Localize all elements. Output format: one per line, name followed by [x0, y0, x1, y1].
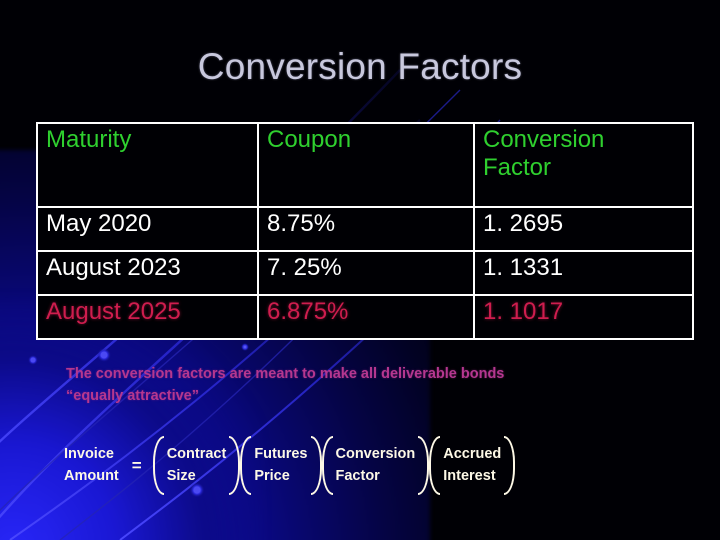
formula-group-futures-price: Futures Price	[240, 436, 322, 495]
formula-term-line1: Contract	[166, 446, 227, 462]
conversion-factors-table: Maturity Coupon Conversion Factor May 202…	[36, 122, 694, 340]
table-row: May 2020 8.75% 1. 2695	[36, 206, 694, 252]
header-coupon: Coupon	[257, 122, 475, 208]
cell-coupon: 8.75%	[257, 206, 475, 252]
explanatory-note: The conversion factors are meant to make…	[66, 363, 656, 407]
formula-term-line2: Interest	[443, 468, 496, 485]
cell-maturity: May 2020	[36, 206, 259, 252]
header-conversion-factor-line1: Conversion	[483, 126, 605, 153]
formula-term-conversion-factor: Conversion Factor	[333, 443, 419, 488]
note-line-1: The conversion factors are meant to make…	[66, 366, 505, 382]
formula-term-line1: Invoice	[64, 446, 114, 462]
formula-term-contract-size: Contract Size	[164, 443, 230, 488]
formula-term-line2: Factor	[335, 468, 380, 485]
formula-term-line2: Size	[166, 468, 196, 485]
cell-factor: 1. 2695	[473, 206, 694, 252]
formula-term-accrued-interest: Accrued Interest	[440, 443, 504, 488]
equals-sign: =	[131, 456, 142, 476]
formula-term-line2: Price	[254, 468, 290, 485]
formula-group-contract-size: Contract Size	[152, 436, 241, 495]
formula-term-line1: Accrued	[443, 446, 502, 462]
cell-coupon: 6.875%	[257, 294, 475, 340]
header-conversion-factor: Conversion Factor	[473, 122, 694, 208]
header-maturity: Maturity	[36, 122, 259, 208]
presentation-slide: Conversion Factors Maturity Coupon Conve…	[0, 0, 720, 540]
table-row-highlighted: August 2025 6.875% 1. 1017	[36, 294, 694, 340]
cell-factor: 1. 1331	[473, 250, 694, 296]
formula-term-line2: Amount	[64, 468, 119, 485]
table-header-row: Maturity Coupon Conversion Factor	[36, 122, 694, 208]
formula-term-line1: Futures	[254, 446, 308, 462]
formula-group-accrued-interest: Accrued Interest	[429, 436, 516, 495]
cell-coupon: 7. 25%	[257, 250, 475, 296]
table-row: August 2023 7. 25% 1. 1331	[36, 250, 694, 296]
cell-factor: 1. 1017	[473, 294, 694, 340]
invoice-amount-formula: Invoice Amount = Contract Size Futures P…	[64, 436, 516, 495]
cell-maturity: August 2023	[36, 250, 259, 296]
formula-group-conversion-factor: Conversion Factor	[321, 436, 430, 495]
header-conversion-factor-line2: Factor	[483, 153, 552, 181]
formula-term-invoice-amount: Invoice Amount	[64, 443, 119, 488]
formula-term-futures-price: Futures Price	[251, 443, 310, 488]
note-line-2: “equally attractive”	[66, 388, 199, 405]
formula-term-line1: Conversion	[335, 446, 416, 462]
page-title: Conversion Factors	[197, 46, 523, 87]
cell-maturity: August 2025	[36, 294, 259, 340]
